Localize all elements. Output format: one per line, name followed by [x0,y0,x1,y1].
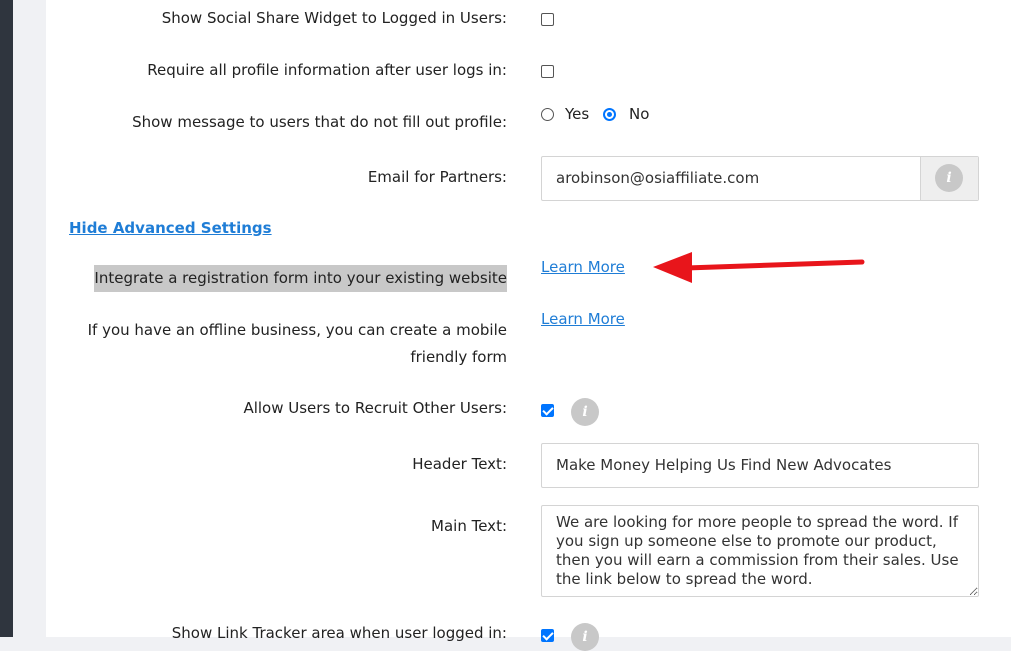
main-text-label: Main Text: [431,517,507,535]
hide-advanced-settings-link[interactable]: Hide Advanced Settings [69,219,272,237]
require-profile-checkbox[interactable] [541,65,554,78]
integrate-form-text: Integrate a registration form into your … [94,265,507,292]
header-text-field[interactable]: Make Money Helping Us Find New Advocates [541,443,979,488]
offline-business-text-line1: If you have an offline business, you can… [87,321,507,339]
info-icon[interactable]: i [571,623,599,651]
show-message-no-radio[interactable] [603,108,616,121]
email-partners-value: arobinson@osiaffiliate.com [556,169,760,187]
show-message-yes-label: Yes [565,105,590,123]
email-partners-label: Email for Partners: [367,168,507,186]
show-message-label: Show message to users that do not fill o… [132,113,507,131]
recruit-users-label: Allow Users to Recruit Other Users: [243,399,507,417]
annotation-arrow [653,252,865,283]
social-share-label: Show Social Share Widget to Logged in Us… [161,9,507,27]
learn-more-integrate-link[interactable]: Learn More [541,258,625,276]
header-text-value: Make Money Helping Us Find New Advocates [556,456,892,474]
email-partners-field[interactable]: arobinson@osiaffiliate.com i [541,156,979,201]
email-info-addon[interactable]: i [920,157,978,200]
main-text-field[interactable]: We are looking for more people to spread… [541,505,979,597]
offline-business-text-line2: friendly form [410,348,507,366]
recruit-users-checkbox[interactable] [541,404,554,417]
app-left-sidebar [0,0,13,637]
require-profile-label: Require all profile information after us… [147,61,507,79]
learn-more-offline-link[interactable]: Learn More [541,310,625,328]
header-text-label: Header Text: [412,455,507,473]
link-tracker-label: Show Link Tracker area when user logged … [171,624,507,642]
info-icon: i [935,164,963,192]
social-share-checkbox[interactable] [541,13,554,26]
info-icon[interactable]: i [571,398,599,426]
link-tracker-checkbox[interactable] [541,629,554,642]
show-message-yes-radio[interactable] [541,108,554,121]
show-message-no-label: No [629,105,650,123]
